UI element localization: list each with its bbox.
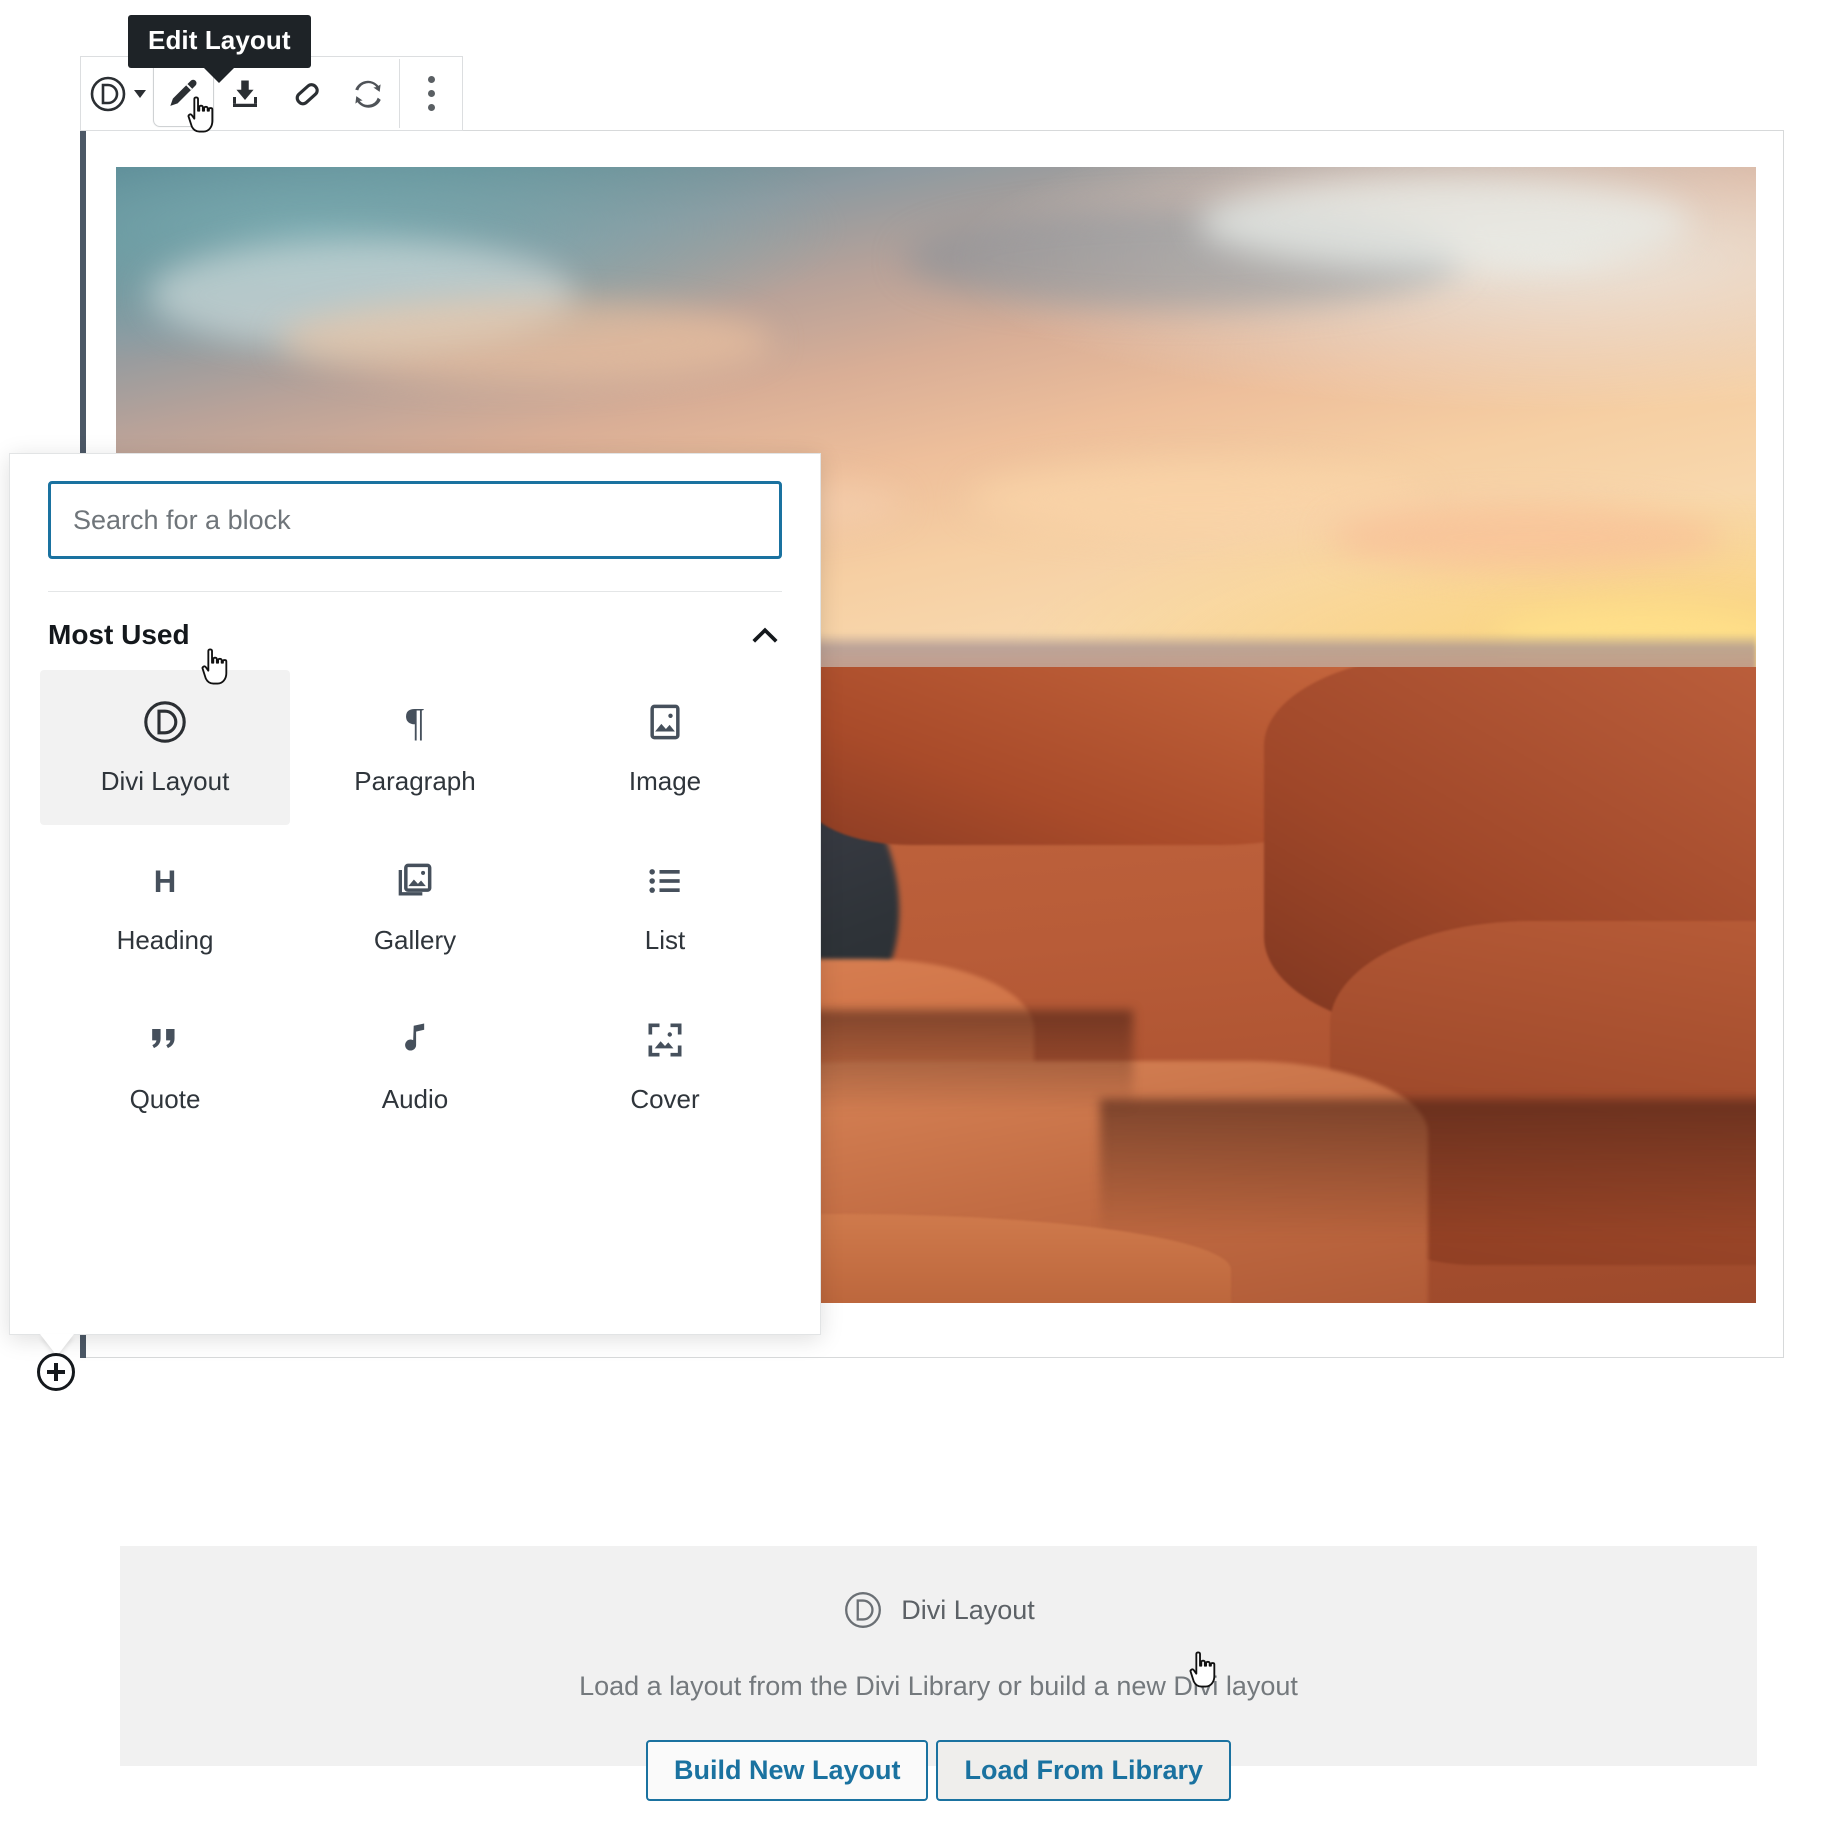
block-item-image[interactable]: Image xyxy=(540,670,790,825)
image-icon xyxy=(643,698,687,746)
chevron-up-icon[interactable] xyxy=(748,618,782,652)
block-label: Heading xyxy=(116,925,214,955)
divi-logo-icon xyxy=(845,1592,882,1628)
most-used-section-header[interactable]: Most Used xyxy=(10,592,820,652)
quote-icon xyxy=(143,1016,187,1064)
three-dots-vertical-icon xyxy=(427,76,435,111)
search-input[interactable] xyxy=(48,481,782,559)
block-item-divi-layout[interactable]: Divi Layout xyxy=(40,670,290,825)
search-container xyxy=(10,454,820,559)
svg-text:¶: ¶ xyxy=(406,699,424,744)
placeholder-title-row: Divi Layout xyxy=(842,1589,1035,1631)
music-note-icon xyxy=(393,1016,437,1064)
chevron-down-icon xyxy=(133,89,146,98)
block-label: Cover xyxy=(630,1084,700,1114)
block-grid: Divi Layout ¶ Paragraph Image H Heading … xyxy=(10,652,820,1143)
block-label: Paragraph xyxy=(354,766,476,796)
block-item-gallery[interactable]: Gallery xyxy=(290,829,540,984)
tooltip: Edit Layout xyxy=(128,15,311,83)
tooltip-label: Edit Layout xyxy=(148,25,291,55)
section-title: Most Used xyxy=(48,619,190,650)
pilcrow-icon: ¶ xyxy=(392,698,438,746)
editor-screen: Edit Layout Most Used xyxy=(0,0,1824,1836)
block-label: Audio xyxy=(381,1084,449,1114)
add-block-button[interactable] xyxy=(37,1353,75,1391)
block-label: Gallery xyxy=(373,925,457,955)
list-icon xyxy=(643,857,687,905)
block-label: Image xyxy=(628,766,702,796)
block-inserter-popover: Most Used Divi Layout ¶ xyxy=(9,453,821,1335)
svg-text:H: H xyxy=(154,864,177,899)
block-label: Quote xyxy=(129,1084,201,1114)
divi-logo-icon xyxy=(141,698,189,746)
heading-h-icon: H xyxy=(143,857,187,905)
placeholder-description: Load a layout from the Divi Library or b… xyxy=(579,1671,1298,1701)
placeholder-title: Divi Layout xyxy=(901,1594,1035,1625)
block-label: List xyxy=(644,925,686,955)
divi-layout-placeholder-block[interactable]: Divi Layout Load a layout from the Divi … xyxy=(120,1546,1757,1801)
block-item-heading[interactable]: H Heading xyxy=(40,829,290,984)
sync-button[interactable] xyxy=(338,57,400,130)
tooltip-tail xyxy=(128,66,311,83)
block-item-list[interactable]: List xyxy=(540,829,790,984)
gallery-icon xyxy=(393,857,437,905)
more-options-button[interactable] xyxy=(400,57,462,130)
block-item-audio[interactable]: Audio xyxy=(290,988,540,1143)
block-label: Divi Layout xyxy=(100,766,230,796)
block-item-cover[interactable]: Cover xyxy=(540,988,790,1143)
block-item-paragraph[interactable]: ¶ Paragraph xyxy=(290,670,540,825)
build-new-layout-button[interactable]: Build New Layout xyxy=(645,1740,929,1801)
placeholder-actions: Build New Layout Load From Library xyxy=(645,1740,1232,1801)
block-item-quote[interactable]: Quote xyxy=(40,988,290,1143)
cover-image-icon xyxy=(643,1016,687,1064)
load-from-library-button[interactable]: Load From Library xyxy=(936,1740,1232,1801)
divi-logo-icon xyxy=(90,76,126,111)
sync-icon xyxy=(355,80,382,108)
